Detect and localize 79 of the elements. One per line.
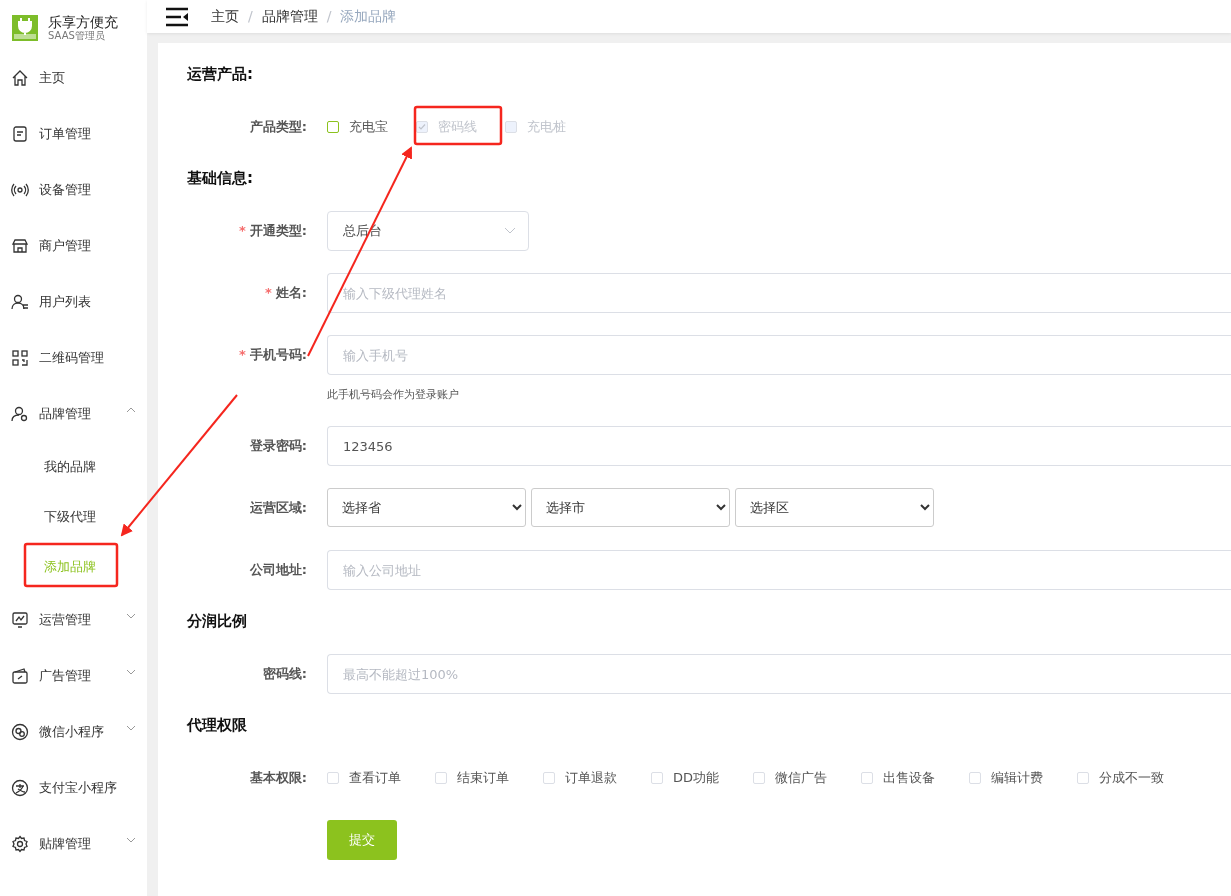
checkbox[interactable] xyxy=(1077,772,1090,784)
checkbox[interactable] xyxy=(753,772,766,784)
checkbox[interactable] xyxy=(327,772,339,784)
store-icon xyxy=(11,237,29,255)
field-label: 基本权限: xyxy=(248,769,308,787)
section-title: 分润比例 xyxy=(187,612,248,632)
checkbox-option[interactable]: 分成不一致 xyxy=(1077,758,1165,798)
checkbox[interactable] xyxy=(651,772,663,784)
sidebar-item[interactable]: 用户列表 xyxy=(0,274,147,330)
checkbox-option[interactable]: DD功能 xyxy=(651,758,720,798)
sidebar-item[interactable]: 订单管理 xyxy=(0,106,147,162)
chevron-down-icon xyxy=(126,669,136,675)
breadcrumb-separator: / xyxy=(248,7,253,26)
chevron-down-icon xyxy=(126,725,136,731)
cards-icon xyxy=(11,667,29,685)
sidebar-item[interactable]: 品牌管理 xyxy=(0,386,147,442)
sidebar-item[interactable]: 主页 xyxy=(0,50,147,106)
user-settings-icon xyxy=(11,405,29,423)
chevron-down-icon xyxy=(126,613,136,619)
sidebar-item[interactable]: 二维码管理 xyxy=(0,330,147,386)
brand-name: 乐享方便充 xyxy=(48,14,118,30)
checkbox-option[interactable]: 微信广告 xyxy=(753,758,828,798)
submenu-item[interactable]: 我的品牌 xyxy=(0,442,147,492)
checkbox-option[interactable]: 结束订单 xyxy=(435,758,509,798)
brand-subtitle: SAAS管理员 xyxy=(48,30,106,42)
text-field[interactable]: 最高不能超过100% xyxy=(327,654,1231,694)
field-label: 公司地址: xyxy=(248,561,308,579)
chat-bubbles-icon xyxy=(11,723,29,741)
home-icon xyxy=(11,69,29,87)
section-title: 运营产品: xyxy=(187,65,254,85)
breadcrumb-separator: / xyxy=(326,7,332,26)
checkbox-option[interactable]: 充电宝 xyxy=(327,107,388,147)
hint-text: 此手机号码会作为登录账户 xyxy=(327,387,460,402)
checkbox-option[interactable]: 出售设备 xyxy=(861,758,936,798)
checkbox[interactable] xyxy=(327,121,339,133)
sidebar-item[interactable]: 支付宝小程序 xyxy=(0,760,147,816)
text-field[interactable]: 输入手机号 xyxy=(327,335,1231,375)
user-icon xyxy=(11,293,29,311)
qr-code-icon xyxy=(11,349,29,367)
chart-icon xyxy=(11,611,29,629)
field-label: 登录密码: xyxy=(248,437,308,455)
menu-icon[interactable] xyxy=(165,6,189,27)
submenu-item[interactable]: 下级代理 xyxy=(0,492,147,542)
section-title: 代理权限 xyxy=(187,716,248,736)
field-label: * 姓名: xyxy=(264,284,308,302)
sidebar-item[interactable]: 贴牌管理 xyxy=(0,816,147,872)
field-label: 运营区域: xyxy=(248,499,308,517)
breadcrumb-link[interactable]: 品牌管理 xyxy=(261,7,318,26)
text-field[interactable]: 123456 xyxy=(327,426,1231,466)
section-title: 基础信息: xyxy=(187,169,254,189)
chevron-up-icon xyxy=(126,407,136,413)
checkbox-option[interactable]: 订单退款 xyxy=(543,758,617,798)
field-label: * 开通类型: xyxy=(238,222,308,240)
region-select[interactable]: 选择市 xyxy=(531,488,730,527)
sidebar-item[interactable]: 微信小程序 xyxy=(0,704,147,760)
checkbox-option[interactable]: 编辑计费 xyxy=(969,758,1044,798)
plug-logo-icon xyxy=(10,13,40,43)
document-icon xyxy=(11,125,29,143)
region-select[interactable]: 选择区 xyxy=(735,488,934,527)
text-field[interactable]: 输入下级代理姓名 xyxy=(327,273,1231,313)
sidebar-item[interactable]: 运营管理 xyxy=(0,592,147,648)
region-select[interactable]: 选择省 xyxy=(327,488,526,527)
signal-icon xyxy=(11,181,29,199)
checkbox-option[interactable]: 查看订单 xyxy=(327,758,401,798)
checkbox[interactable] xyxy=(435,772,447,784)
sidebar-item[interactable]: 商户管理 xyxy=(0,218,147,274)
field-label: 产品类型: xyxy=(248,118,308,136)
sidebar-item[interactable]: 广告管理 xyxy=(0,648,147,704)
field-label: * 手机号码: xyxy=(238,346,308,364)
checkbox[interactable] xyxy=(861,772,874,784)
breadcrumb-link[interactable]: 主页 xyxy=(211,7,239,26)
gear-icon xyxy=(11,835,29,853)
chevron-down-icon xyxy=(504,227,516,235)
field-label: 密码线: xyxy=(261,665,308,683)
chevron-down-icon xyxy=(126,837,136,843)
checkbox[interactable] xyxy=(543,772,555,784)
checkbox[interactable] xyxy=(969,772,982,784)
sidebar-item[interactable]: 设备管理 xyxy=(0,162,147,218)
text-field[interactable]: 输入公司地址 xyxy=(327,550,1231,590)
